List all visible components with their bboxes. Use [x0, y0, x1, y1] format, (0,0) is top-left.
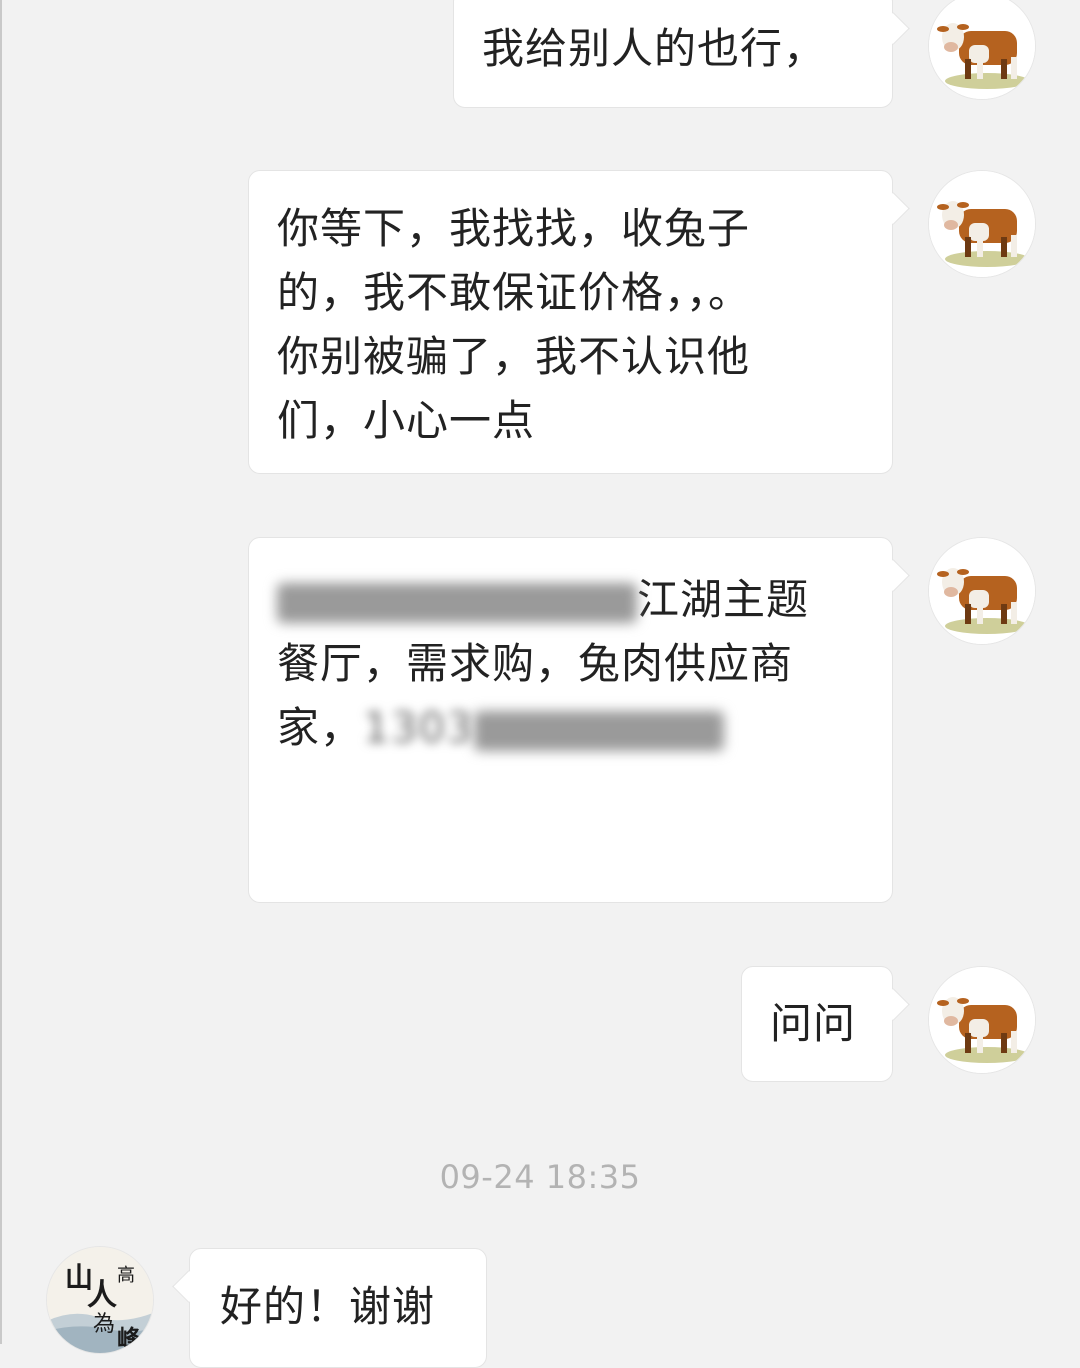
cow-avatar-icon: [929, 0, 1035, 99]
cow-avatar-icon: [929, 538, 1035, 644]
message-text-line: 餐厅，需求购，兔肉供应商: [277, 639, 794, 688]
avatar-char: 為: [93, 1312, 115, 1337]
message-bubble-outgoing[interactable]: 江湖主题 餐厅，需求购，兔肉供应商 家，1303: [248, 537, 893, 903]
redacted-text: [277, 582, 637, 623]
message-text: 我给别人的也行，: [482, 24, 827, 73]
self-avatar[interactable]: [928, 170, 1036, 278]
self-avatar[interactable]: [928, 0, 1036, 100]
calligraphy-avatar-icon: 山 人 高 為 峰: [47, 1247, 153, 1353]
message-text-line: 们，小心一点: [277, 396, 536, 445]
message-text-prefix: 家，: [277, 703, 364, 752]
message-text-line: 的，我不敢保证价格，，。: [277, 268, 752, 317]
self-avatar[interactable]: [928, 537, 1036, 645]
avatar-char: 高: [117, 1265, 135, 1286]
cow-avatar-icon: [929, 171, 1035, 277]
cow-avatar-icon: [929, 967, 1035, 1073]
message-text-line: 你等下，我找找，收兔子: [277, 204, 751, 253]
redacted-phone: [473, 710, 724, 751]
message-bubble-outgoing[interactable]: 问问: [741, 966, 893, 1082]
message-text: 问问: [770, 999, 857, 1048]
message-timestamp: 09-24 18:35: [439, 1158, 641, 1196]
message-text: 好的！谢谢: [220, 1282, 436, 1331]
avatar-char: 峰: [117, 1324, 141, 1353]
message-bubble-outgoing[interactable]: 我给别人的也行，: [453, 0, 893, 108]
contact-avatar[interactable]: 山 人 高 為 峰: [46, 1246, 154, 1354]
message-text-line: 江湖主题: [277, 568, 892, 632]
phone-number-partial: 1303: [363, 703, 474, 752]
message-text-visible: 江湖主题: [637, 575, 810, 624]
avatar-char: 人: [87, 1278, 117, 1313]
window-left-border: [0, 0, 2, 1344]
message-bubble-outgoing[interactable]: 你等下，我找找，收兔子 的，我不敢保证价格，，。 你别被骗了，我不认识他 们，小…: [248, 170, 893, 474]
self-avatar[interactable]: [928, 966, 1036, 1074]
message-text-line: 你别被骗了，我不认识他: [277, 332, 751, 381]
message-text-line: 家，1303: [277, 696, 892, 760]
message-bubble-incoming[interactable]: 好的！谢谢: [189, 1248, 487, 1368]
